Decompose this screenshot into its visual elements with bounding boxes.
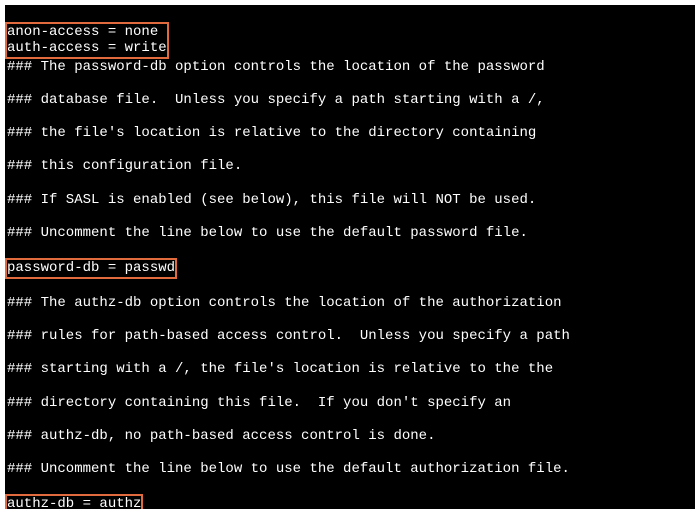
comment-line: ### The authz-db option controls the loc… [7,295,693,312]
comment-line: ### Uncomment the line below to use the … [7,225,693,242]
highlight-anon-auth-access: anon-access = noneauth-access = write [5,22,169,59]
comment-line: ### directory containing this file. If y… [7,395,693,412]
highlight-authz-db: authz-db = authz [5,494,143,509]
comment-line: ### database file. Unless you specify a … [7,92,693,109]
comment-line: ### authz-db, no path-based access contr… [7,428,693,445]
highlight-password-db: password-db = passwd [5,258,177,279]
comment-line: ### The password-db option controls the … [7,59,693,76]
config-line-anon-access: anon-access = none [7,24,167,41]
comment-line: ### Uncomment the line below to use the … [7,461,693,478]
comment-line: ### the file's location is relative to t… [7,125,693,142]
terminal-window: anon-access = noneauth-access = write ##… [5,5,695,509]
comment-line: ### If SASL is enabled (see below), this… [7,192,693,209]
config-line-auth-access: auth-access = write [7,40,167,57]
comment-line: ### rules for path-based access control.… [7,328,693,345]
comment-line: ### starting with a /, the file's locati… [7,361,693,378]
config-line-password-db: password-db = passwd [7,260,175,276]
comment-line: ### this configuration file. [7,158,693,175]
config-line-authz-db: authz-db = authz [7,496,141,509]
